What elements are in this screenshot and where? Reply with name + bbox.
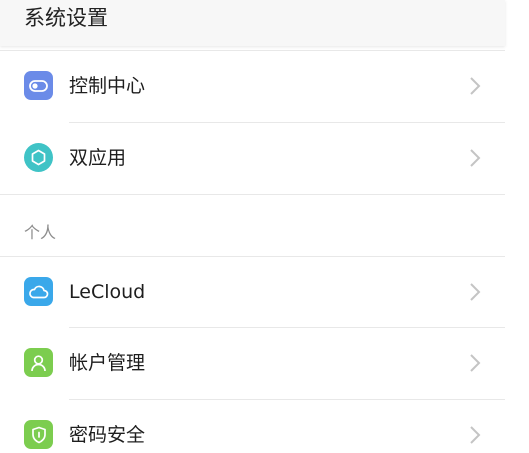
- chevron-right-icon: [470, 354, 481, 372]
- settings-item-account[interactable]: 帐户管理: [0, 327, 505, 399]
- chevron-right-icon: [470, 426, 481, 444]
- chevron-right-icon: [470, 149, 481, 167]
- person-icon: [24, 348, 53, 377]
- section-header-personal: 个人: [24, 223, 57, 242]
- settings-item-dual-apps[interactable]: 双应用: [0, 122, 505, 194]
- cloud-icon: [24, 277, 53, 306]
- settings-item-label: 双应用: [69, 147, 127, 169]
- chevron-right-icon: [470, 77, 481, 95]
- settings-item-password-security[interactable]: 密码安全: [0, 399, 505, 453]
- settings-item-label: 帐户管理: [69, 352, 146, 374]
- app-header: 系统设置: [0, 0, 505, 46]
- settings-item-control-center[interactable]: 控制中心: [0, 50, 505, 122]
- cube-icon: [24, 143, 53, 172]
- settings-item-label: 控制中心: [69, 75, 146, 97]
- shield-icon: [24, 420, 53, 449]
- settings-screen: 系统设置 控制中心 双应用 个人 LeCloud 帐户管理 密码安全: [0, 0, 529, 453]
- toggle-icon: [24, 71, 53, 100]
- settings-item-label: 密码安全: [69, 424, 146, 446]
- divider: [0, 194, 505, 195]
- settings-item-label: LeCloud: [69, 281, 146, 303]
- chevron-right-icon: [470, 283, 481, 301]
- page-title: 系统设置: [24, 6, 108, 30]
- settings-item-lecloud[interactable]: LeCloud: [0, 256, 505, 328]
